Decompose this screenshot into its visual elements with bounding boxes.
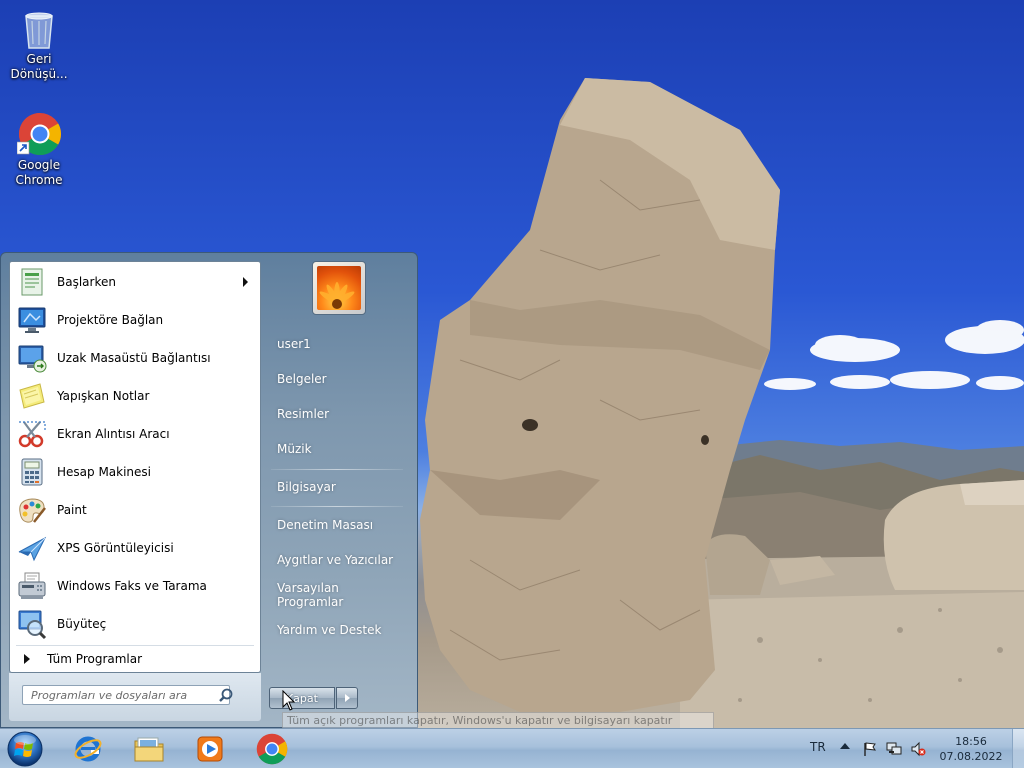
action-center-flag-icon[interactable] — [862, 741, 878, 757]
menu-item-label: Belgeler — [277, 372, 327, 386]
search-input[interactable] — [22, 685, 230, 705]
program-list: Başlarken Projektöre Bağlan Uzak Masaüst… — [9, 261, 261, 673]
getting-started-icon — [16, 266, 48, 298]
desktop-icon-label: Dönüşü... — [10, 67, 68, 81]
menu-item-label: Varsayılan Programlar — [277, 581, 344, 609]
divider — [271, 469, 403, 470]
chrome-icon — [16, 112, 62, 156]
menu-item-documents[interactable]: Belgeler — [269, 364, 407, 394]
sticky-notes-icon — [16, 380, 48, 412]
menu-item-control-panel[interactable]: Denetim Masası — [269, 510, 407, 540]
paint-icon — [16, 494, 48, 526]
program-item-remote-desktop[interactable]: Uzak Masaüstü Bağlantısı — [14, 340, 256, 376]
taskbar-app-chrome[interactable] — [247, 731, 297, 766]
menu-item-label: Aygıtlar ve Yazıcılar — [277, 553, 394, 567]
menu-item-devices-printers[interactable]: Aygıtlar ve Yazıcılar — [269, 545, 407, 575]
menu-item-user-folder[interactable]: user1 — [269, 329, 407, 359]
taskbar: TR 18:56 07.08.2022 — [0, 728, 1024, 768]
program-item-label: Ekran Alıntısı Aracı — [57, 427, 170, 441]
chevron-right-icon — [345, 694, 350, 702]
menu-item-music[interactable]: Müzik — [269, 434, 407, 464]
internet-explorer-icon — [74, 736, 102, 761]
program-item-label: Başlarken — [57, 275, 116, 289]
user-avatar[interactable] — [312, 261, 366, 315]
taskbar-app-internet-explorer[interactable] — [63, 731, 113, 766]
calculator-icon — [16, 456, 48, 488]
program-item-label: Yapışkan Notlar — [57, 389, 150, 403]
chrome-icon — [256, 733, 288, 764]
desktop-icon-label: Geri — [26, 52, 52, 66]
program-item-label: Windows Faks ve Tarama — [57, 579, 207, 593]
projector-icon — [16, 304, 48, 336]
menu-item-help-support[interactable]: Yardım ve Destek — [269, 615, 407, 645]
start-menu: Başlarken Projektöre Bağlan Uzak Masaüst… — [0, 252, 418, 728]
menu-item-label: user1 — [277, 337, 311, 351]
windows-logo-icon — [7, 731, 43, 767]
menu-item-label: Bilgisayar — [277, 480, 336, 494]
fax-scan-icon — [16, 570, 48, 602]
program-item-label: XPS Görüntüleyicisi — [57, 541, 174, 555]
divider — [16, 645, 254, 646]
show-hidden-icons-icon[interactable] — [840, 743, 850, 749]
program-item-snipping-tool[interactable]: Ekran Alıntısı Aracı — [14, 416, 256, 452]
menu-item-label: Yardım ve Destek — [277, 623, 382, 637]
search-icon[interactable] — [217, 687, 235, 705]
program-item-label: Hesap Makinesi — [57, 465, 152, 479]
divider — [271, 506, 403, 507]
file-explorer-icon — [134, 737, 164, 761]
mouse-cursor-icon — [282, 690, 296, 711]
all-programs-label: Tüm Programlar — [47, 652, 143, 666]
program-item-paint[interactable]: Paint — [14, 492, 256, 528]
program-item-getting-started[interactable]: Başlarken — [14, 264, 256, 300]
xps-viewer-icon — [16, 532, 48, 564]
show-desktop-button[interactable] — [1012, 729, 1024, 768]
start-button[interactable] — [5, 730, 45, 768]
taskbar-app-media-player[interactable] — [185, 731, 235, 766]
program-item-magnifier[interactable]: Büyüteç — [14, 606, 256, 642]
network-icon[interactable] — [886, 741, 902, 757]
program-item-calculator[interactable]: Hesap Makinesi — [14, 454, 256, 490]
menu-item-label: Resimler — [277, 407, 330, 421]
volume-muted-icon[interactable] — [910, 741, 926, 757]
program-item-fax-and-scan[interactable]: Windows Faks ve Tarama — [14, 568, 256, 604]
desktop-icon-label: Google — [17, 158, 61, 172]
all-programs-button[interactable]: Tüm Programlar — [14, 648, 256, 670]
shutdown-options-button[interactable] — [336, 687, 358, 709]
system-clock[interactable]: 18:56 07.08.2022 — [936, 734, 1006, 764]
expand-arrow-icon — [24, 654, 30, 664]
clock-date: 07.08.2022 — [939, 750, 1003, 763]
program-item-xps-viewer[interactable]: XPS Görüntüleyicisi — [14, 530, 256, 566]
language-indicator[interactable]: TR — [810, 740, 826, 754]
clock-time: 18:56 — [955, 735, 987, 748]
menu-item-default-programs[interactable]: Varsayılan Programlar — [269, 580, 407, 610]
taskbar-app-file-explorer[interactable] — [124, 731, 174, 766]
snipping-tool-icon — [16, 418, 48, 450]
program-item-sticky-notes[interactable]: Yapışkan Notlar — [14, 378, 256, 414]
program-item-label: Büyüteç — [57, 617, 107, 631]
program-item-label: Projektöre Bağlan — [57, 313, 164, 327]
search-area — [9, 673, 261, 721]
program-item-label: Paint — [57, 503, 87, 517]
desktop-icon-recycle-bin[interactable]: Geri Dönüşü... — [3, 6, 75, 82]
remote-desktop-icon — [16, 342, 48, 374]
submenu-arrow-icon — [243, 277, 248, 287]
desktop-icon-google-chrome[interactable]: Google Chrome — [3, 112, 75, 188]
menu-item-pictures[interactable]: Resimler — [269, 399, 407, 429]
desktop-icon-label: Chrome — [15, 173, 63, 187]
program-item-connect-projector[interactable]: Projektöre Bağlan — [14, 302, 256, 338]
flower-picture-icon — [317, 266, 361, 310]
menu-item-label: Denetim Masası — [277, 518, 374, 532]
recycle-bin-icon — [17, 6, 61, 50]
magnifier-icon — [16, 608, 48, 640]
menu-item-label: Müzik — [277, 442, 312, 456]
menu-item-computer[interactable]: Bilgisayar — [269, 472, 407, 502]
shutdown-button[interactable]: Kapat — [269, 687, 335, 709]
media-player-icon — [197, 736, 223, 761]
program-item-label: Uzak Masaüstü Bağlantısı — [57, 351, 211, 365]
